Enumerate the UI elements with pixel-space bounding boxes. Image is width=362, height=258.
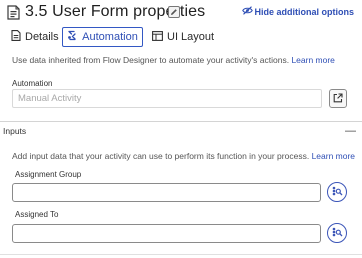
tab-automation[interactable]: Automation (62, 27, 143, 47)
tab-details-label: Details (25, 31, 59, 43)
automation-description: Use data inherited from Flow Designer to… (12, 55, 335, 65)
inputs-description: Add input data that your activity can us… (12, 151, 355, 161)
automation-field[interactable] (12, 89, 322, 108)
form-icon (7, 5, 20, 20)
data-pill-picker-icon (332, 183, 343, 201)
assignment-group-data-pill-button[interactable] (327, 182, 347, 202)
pencil-icon[interactable] (168, 5, 180, 18)
eye-slash-icon (241, 6, 253, 17)
document-icon (11, 30, 21, 44)
layout-icon (152, 30, 163, 44)
data-pill-picker-icon (332, 224, 343, 242)
tab-ui-layout[interactable]: UI Layout (152, 27, 214, 47)
automation-icon (67, 30, 78, 44)
automation-field-label: Automation (12, 79, 53, 88)
hide-additional-options-link[interactable]: Hide additional options (241, 6, 355, 17)
assignment-group-label: Assignment Group (15, 170, 82, 179)
tab-automation-label: Automation (82, 31, 138, 43)
open-external-icon (333, 90, 343, 108)
properties-header: 3.5 User Form properties Hide additional… (0, 0, 362, 26)
automation-learn-more-link[interactable]: Learn more (291, 55, 334, 65)
collapse-icon[interactable]: — (345, 125, 356, 137)
assigned-to-data-pill-button[interactable] (327, 223, 347, 243)
inputs-description-text: Add input data that your activity can us… (12, 151, 310, 161)
inputs-section-title: Inputs (3, 126, 27, 136)
inputs-learn-more-link[interactable]: Learn more (312, 151, 355, 161)
tab-ui-layout-label: UI Layout (167, 31, 215, 43)
open-external-button[interactable] (329, 89, 347, 108)
automation-description-text: Use data inherited from Flow Designer to… (12, 55, 290, 65)
tab-bar: Details Automation UI Layout (0, 27, 362, 48)
inputs-section-header[interactable]: Inputs — (0, 122, 362, 140)
assigned-to-field[interactable] (12, 224, 321, 243)
tab-details[interactable]: Details (11, 27, 59, 47)
bottom-divider (0, 254, 362, 255)
assignment-group-field[interactable] (12, 183, 321, 202)
hide-additional-options-label: Hide additional options (254, 6, 355, 17)
assigned-to-label: Assigned To (15, 210, 59, 219)
